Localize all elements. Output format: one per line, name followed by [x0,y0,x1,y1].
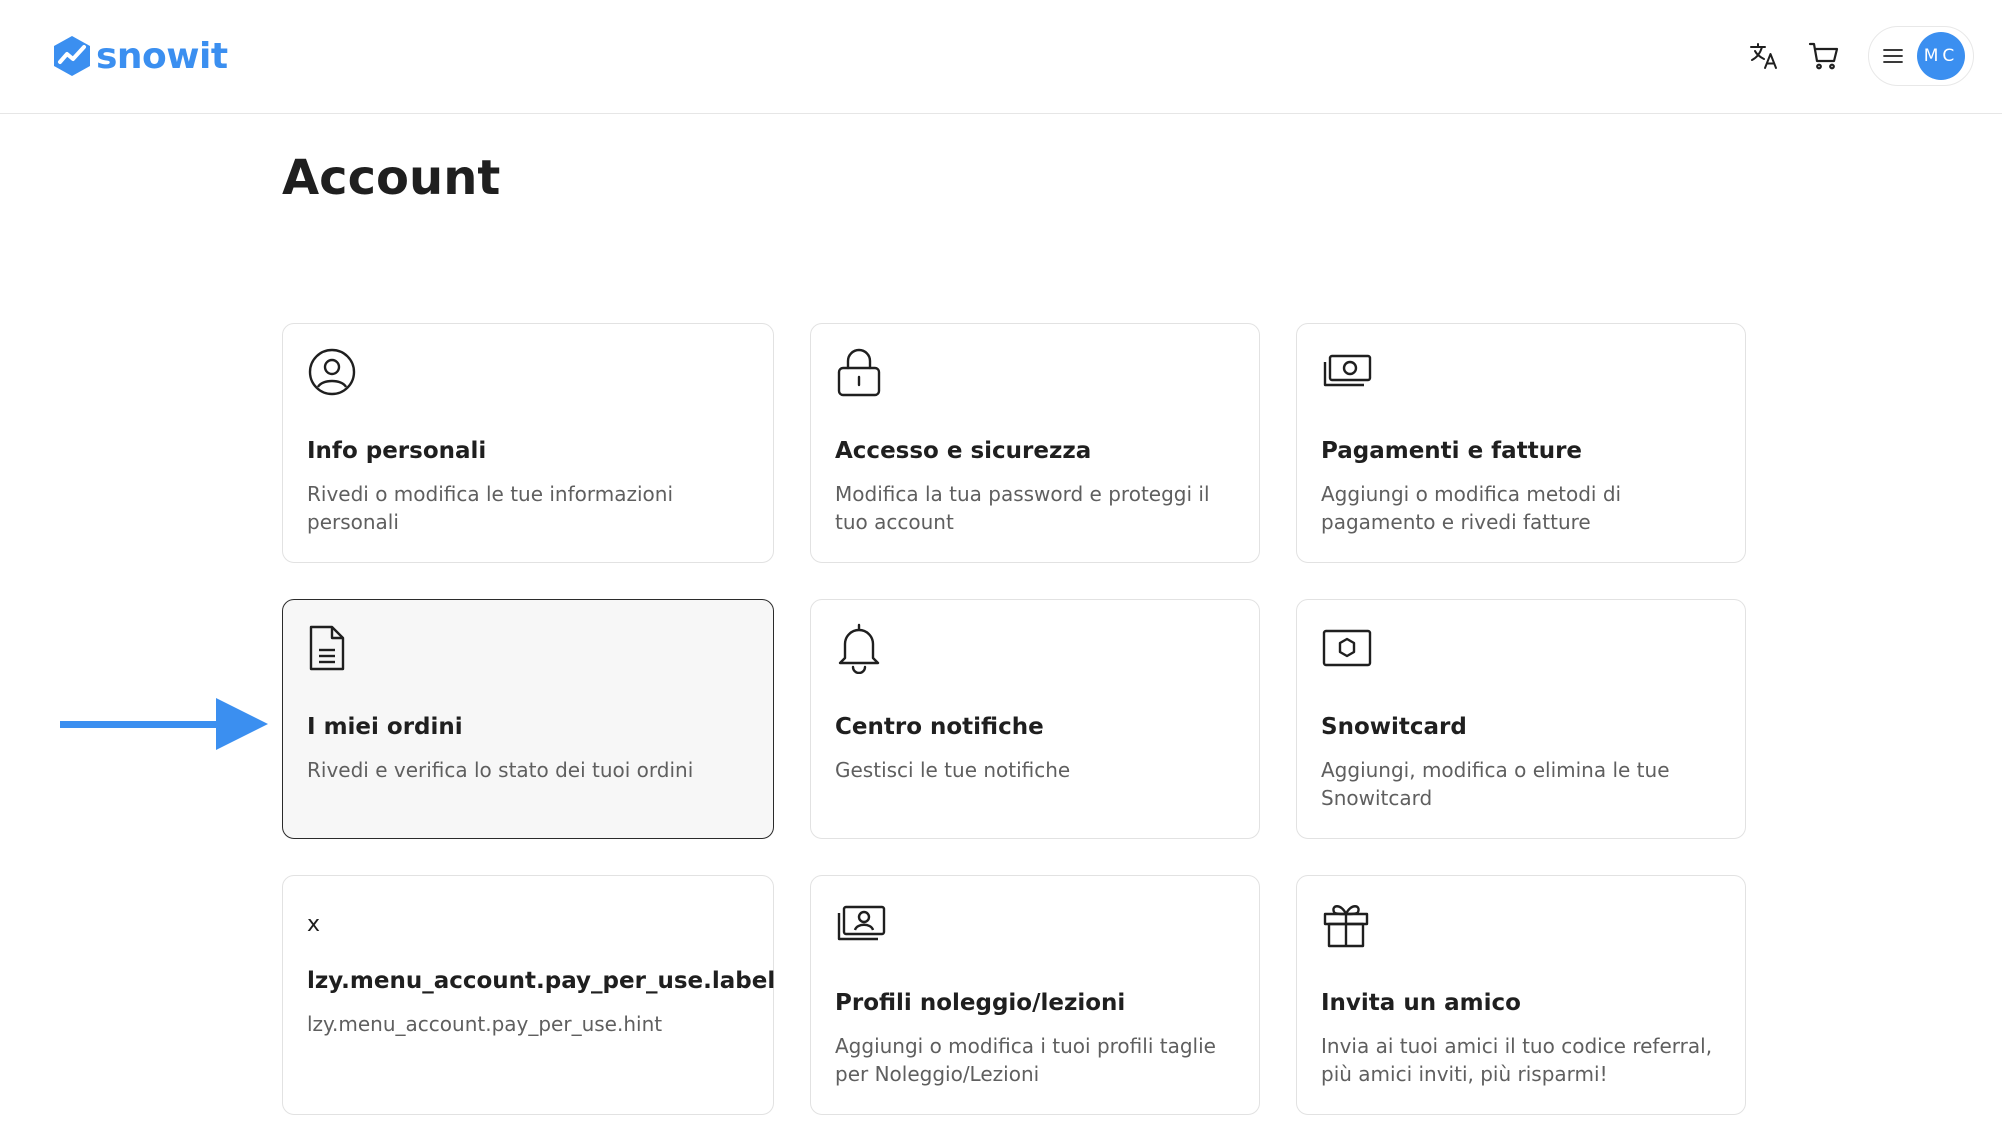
user-circle-icon [308,348,356,396]
document-icon [309,625,345,671]
user-menu-button[interactable]: MC [1868,26,1974,86]
card-description: Aggiungi, modifica o elimina le tue Snow… [1321,758,1670,810]
card-title: Profili noleggio/lezioni [835,990,1126,1016]
arrow-right-icon [60,698,268,750]
logo-text: snowit [96,35,228,77]
card-title: lzy.menu_account.pay_per_use.label [307,968,776,994]
card-accesso-sicurezza[interactable]: Accesso e sicurezza Modifica la tua pass… [810,323,1260,563]
card-info-personali[interactable]: Info personali Rivedi o modifica le tue … [282,323,774,563]
language-button[interactable] [1744,36,1784,76]
card-snowitcard[interactable]: Snowitcard Aggiungi, modifica o elimina … [1296,599,1746,839]
card-description: Rivedi o modifica le tue informazioni pe… [307,482,674,534]
card-title: Accesso e sicurezza [835,438,1092,464]
money-icon [1323,354,1372,387]
card-profili-noleggio[interactable]: Profili noleggio/lezioni Aggiungi o modi… [810,875,1260,1115]
translate-icon [1750,43,1777,69]
card-description: Invia ai tuoi amici il tuo codice referr… [1321,1034,1713,1086]
bell-icon [838,623,880,674]
profile-card-icon [837,905,886,941]
snowit-logo-icon [54,36,90,76]
card-title: Snowitcard [1321,714,1467,740]
snowit-logo[interactable]: snowit [52,30,228,82]
card-description: Rivedi e verifica lo stato dei tuoi ordi… [307,758,694,782]
card-title: Centro notifiche [835,714,1044,740]
card-invita-amico[interactable]: Invita un amico Invia ai tuoi amici il t… [1296,875,1746,1115]
cart-button[interactable] [1804,36,1844,76]
card-description: lzy.menu_account.pay_per_use.hint [307,1012,663,1036]
card-description: Aggiungi o modifica metodi di pagamento … [1321,482,1622,534]
card-description: Aggiungi o modifica i tuoi profili tagli… [835,1034,1216,1086]
card-centro-notifiche[interactable]: Centro notifiche Gestisci le tue notific… [810,599,1260,839]
card-description: Modifica la tua password e proteggi il t… [835,482,1210,534]
card-title: Info personali [307,438,487,464]
x-icon: x [307,911,321,937]
lock-icon [837,348,881,397]
avatar: MC [1917,32,1965,80]
gift-icon [1323,905,1369,948]
top-bar: snowit MC [0,0,2002,114]
card-pay-per-use[interactable]: x lzy.menu_account.pay_per_use.label lzy… [282,875,776,1115]
snowitcard-icon [1322,629,1372,667]
card-description: Gestisci le tue notifiche [835,758,1071,782]
card-pagamenti-fatture[interactable]: Pagamenti e fatture Aggiungi o modifica … [1296,323,1746,563]
page-title: Account [282,150,501,206]
hamburger-icon [1883,49,1903,63]
card-title: I miei ordini [307,714,463,740]
card-title: Invita un amico [1321,990,1521,1016]
card-i-miei-ordini[interactable]: I miei ordini Rivedi e verifica lo stato… [282,599,774,839]
card-title: Pagamenti e fatture [1321,438,1583,464]
cart-icon [1808,42,1839,70]
